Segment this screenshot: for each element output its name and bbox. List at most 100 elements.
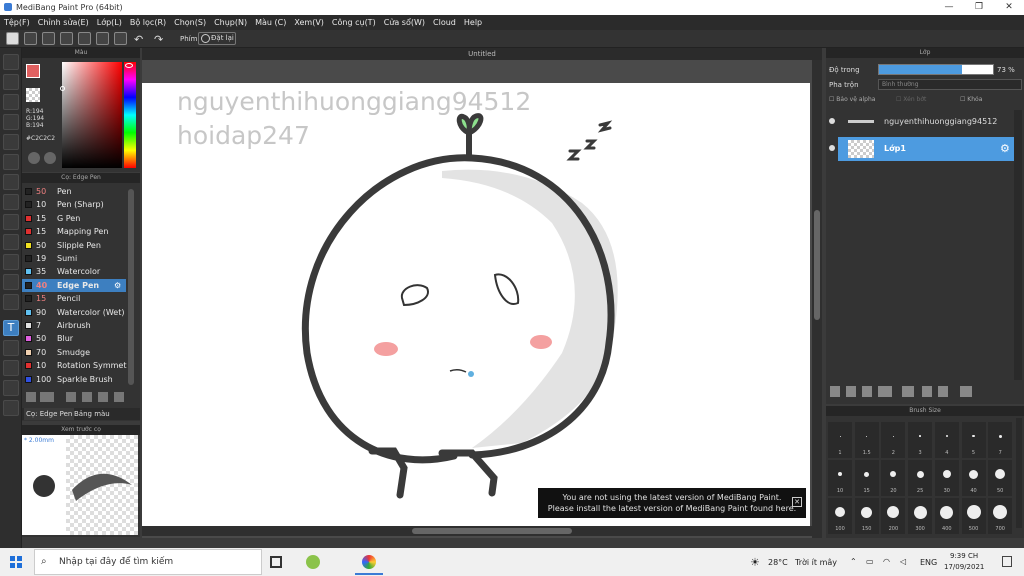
clipping-checkbox[interactable]: ☐ Xén bớt: [896, 96, 926, 103]
menu-view[interactable]: Xem(V): [290, 15, 328, 30]
brush-folder-icon[interactable]: [98, 392, 108, 402]
new-8bit-layer-icon[interactable]: [862, 386, 872, 397]
brush-size-cell[interactable]: 1: [828, 422, 852, 458]
lock-checkbox[interactable]: ☐ Khóa: [960, 96, 982, 103]
select-pen-icon[interactable]: [3, 274, 19, 290]
folder-icon[interactable]: [902, 386, 914, 397]
text-tool-icon[interactable]: T: [3, 320, 19, 336]
copy-layer-icon[interactable]: [922, 386, 932, 397]
menu-edit[interactable]: Chỉnh sửa(E): [34, 15, 93, 30]
menu-layer[interactable]: Lớp(L): [93, 15, 126, 30]
new-halftone-layer-icon[interactable]: [846, 386, 856, 397]
canvas-horizontal-scrollbar[interactable]: [142, 526, 812, 536]
brush-size-cell[interactable]: 10: [828, 460, 852, 496]
reset-button[interactable]: Đặt lại: [198, 32, 236, 45]
gradient-tool-icon[interactable]: [3, 194, 19, 210]
brush-size-cell[interactable]: 500: [961, 498, 986, 534]
brush-item[interactable]: 70 Smudge: [22, 346, 126, 359]
brush-add-icon[interactable]: [66, 392, 76, 402]
undo-icon[interactable]: ↶: [134, 33, 143, 46]
canvas-vertical-scrollbar[interactable]: [812, 60, 822, 538]
task-view-icon[interactable]: [270, 556, 282, 568]
lasso-tool-icon[interactable]: [3, 234, 19, 250]
brush-menu-icon[interactable]: [40, 392, 54, 402]
brush-item[interactable]: 15 G Pen: [22, 212, 126, 225]
menu-tools[interactable]: Công cụ(T): [328, 15, 380, 30]
brush-duplicate-icon[interactable]: [114, 392, 124, 402]
brush-size-cell[interactable]: 700: [988, 498, 1013, 534]
weather-desc[interactable]: Trời ít mây: [795, 558, 837, 567]
menu-file[interactable]: Tệp(F): [0, 15, 34, 30]
visibility-icon[interactable]: [829, 118, 835, 124]
brush-size-cell[interactable]: 150: [854, 498, 879, 534]
brush-item[interactable]: 19 Sumi: [22, 252, 126, 265]
brush-size-cell[interactable]: 7: [988, 422, 1013, 458]
magic-wand-icon[interactable]: [3, 254, 19, 270]
clock-time[interactable]: 9:39 CH: [950, 552, 978, 560]
new-layer-icon[interactable]: [830, 386, 840, 397]
fill-rect-icon[interactable]: [3, 154, 19, 170]
delete-layer-icon[interactable]: [960, 386, 972, 397]
brush-size-cell[interactable]: 40: [961, 460, 986, 496]
brush-item[interactable]: 10 Rotation Symmetry: [22, 359, 127, 372]
shape-tool-icon[interactable]: [3, 94, 19, 110]
layer-row[interactable]: nguyenthihuonggiang94512: [826, 110, 1014, 134]
grid-icon[interactable]: [96, 32, 109, 45]
eraser-tool-icon[interactable]: [3, 74, 19, 90]
comment-icon[interactable]: [42, 32, 55, 45]
brush-tool-icon[interactable]: [3, 54, 19, 70]
brush-item[interactable]: 7 Airbrush: [22, 319, 126, 332]
drawing-canvas[interactable]: nguyenthihuonggiang94512 hoidap247: [142, 83, 810, 526]
menu-select[interactable]: Chọn(S): [170, 15, 210, 30]
brush-size-cell[interactable]: 15: [854, 460, 879, 496]
taskbar-search-input[interactable]: ⌕ Nhập tại đây để tìm kiếm: [34, 549, 262, 575]
brush-size-cell[interactable]: 3: [908, 422, 933, 458]
brush-item[interactable]: 90 Watercolor (Wet): [22, 306, 126, 319]
document-tab[interactable]: Untitled: [142, 48, 822, 60]
brush-item[interactable]: 50 Slipple Pen: [22, 239, 126, 252]
brush-size-cell[interactable]: 400: [934, 498, 959, 534]
foreground-swatch[interactable]: [26, 64, 40, 78]
menu-cloud[interactable]: Cloud: [429, 15, 460, 30]
medibang-taskbar-icon[interactable]: [362, 555, 376, 569]
saturation-value-picker[interactable]: [60, 62, 122, 168]
brush-size-cell[interactable]: 20: [881, 460, 906, 496]
transparent-swatch[interactable]: [26, 88, 40, 102]
horizontal-scroll-thumb[interactable]: [412, 528, 572, 534]
windows-start-icon[interactable]: [10, 556, 22, 568]
move-tool-icon[interactable]: [3, 134, 19, 150]
protect-alpha-checkbox[interactable]: ☐ Bảo vệ alpha: [829, 96, 875, 103]
brush-item[interactable]: 15 Pencil: [22, 292, 126, 305]
minimize-button[interactable]: —: [934, 0, 964, 15]
brush-size-cell[interactable]: 200: [881, 498, 906, 534]
volume-icon[interactable]: ◁: [900, 557, 906, 566]
color-picker-icon[interactable]: [44, 152, 56, 164]
divide-tool-icon[interactable]: [3, 340, 19, 356]
share-icon[interactable]: [24, 32, 37, 45]
brush-size-cell[interactable]: 5: [961, 422, 986, 458]
operation-tool-icon[interactable]: [3, 360, 19, 376]
layer-menu-icon[interactable]: [878, 386, 892, 397]
blend-mode-select[interactable]: Bình thường: [878, 79, 1022, 90]
add-brush-icon[interactable]: [26, 392, 36, 402]
tab-brush[interactable]: Cọ: Edge Pen: [24, 408, 75, 420]
hue-slider[interactable]: [124, 62, 136, 168]
dot-tool-icon[interactable]: [3, 114, 19, 130]
update-notification[interactable]: You are not using the latest version of …: [538, 488, 806, 518]
hand-tool-icon[interactable]: [3, 400, 19, 416]
eyedropper-icon[interactable]: [3, 380, 19, 396]
brush-item[interactable]: 100 Sparkle Brush: [22, 373, 126, 386]
select-tool-icon[interactable]: [3, 214, 19, 230]
merge-layer-icon[interactable]: [938, 386, 948, 397]
fit-icon[interactable]: [60, 32, 73, 45]
network-icon[interactable]: ▭: [866, 557, 874, 566]
brush-settings-icon[interactable]: ⚙: [114, 279, 121, 292]
brush-item[interactable]: 10 Pen (Sharp): [22, 198, 126, 211]
menu-help[interactable]: Help: [460, 15, 486, 30]
layer-settings-icon[interactable]: ⚙: [1000, 142, 1010, 155]
bucket-tool-icon[interactable]: [3, 174, 19, 190]
brush-size-cell[interactable]: 4: [934, 422, 959, 458]
weather-temp[interactable]: 28°C: [768, 558, 788, 567]
brush-item[interactable]: 50 Pen: [22, 185, 126, 198]
brush-size-cell[interactable]: 100: [828, 498, 852, 534]
